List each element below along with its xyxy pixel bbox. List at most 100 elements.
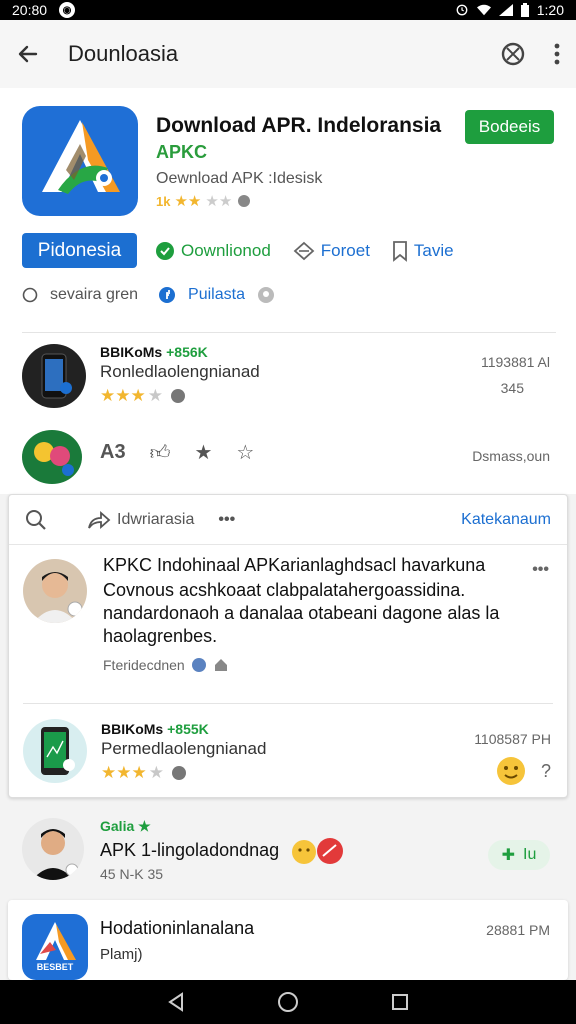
like-pill-button[interactable]: ✚ Iu	[488, 840, 550, 870]
phone-thumbnail	[23, 719, 87, 783]
download-icon	[156, 241, 174, 260]
meta-left-text: sevaira gren	[50, 286, 139, 303]
app-title: Download APR. Indeloransia	[156, 114, 442, 137]
home-icon	[214, 659, 227, 671]
shield-icon	[238, 195, 251, 207]
app-developer: Oewnload APK :Idesisk	[156, 170, 323, 187]
stats-row: A3 👍︎ ★ ☆	[100, 440, 254, 465]
star-filled-icon[interactable]: ★	[194, 440, 212, 465]
row-right-top: 1193881 Al	[480, 354, 550, 370]
app-bar: Dounloasia	[0, 20, 576, 88]
signal-icon	[498, 4, 513, 16]
row-meta: 45 N-K 35	[100, 866, 164, 882]
search-icon[interactable]	[25, 509, 47, 531]
divider	[23, 703, 553, 704]
card-toolbar: Idwriarasia ••• Katekanaum	[9, 495, 567, 545]
nav-recents-icon[interactable]	[390, 992, 410, 1012]
divider	[22, 332, 556, 333]
app-meta-row: sevaira gren Puilasta	[22, 286, 275, 304]
diamond-icon	[293, 241, 315, 260]
app-header-section: Download APR. Indeloransia APKC Oewnload…	[0, 88, 576, 332]
row-right-bottom: ?	[540, 761, 551, 781]
wifi-icon	[476, 4, 491, 16]
star-outline-icon[interactable]: ☆	[236, 440, 254, 465]
main-content: Download APR. Indeloransia APKC Oewnload…	[0, 88, 576, 980]
more-horiz-icon[interactable]: •••	[218, 511, 235, 529]
count-label: A3	[100, 441, 126, 463]
row-subtitle: Permedlaolengnianad	[101, 739, 267, 758]
battery-icon	[520, 3, 529, 17]
phone-thumbnail	[22, 344, 86, 408]
bookmark-icon	[393, 240, 407, 262]
nav-home-icon[interactable]	[277, 991, 299, 1013]
forward-action[interactable]: Foroet	[293, 241, 370, 261]
page-title: Dounloasia	[68, 41, 179, 66]
row2-right: Dsmass,oun	[472, 448, 550, 464]
action-row: Oownlionod Foroet Tavie	[155, 233, 454, 268]
star-icon: ★★	[174, 193, 202, 210]
share-icon[interactable]	[87, 510, 111, 530]
post-title: KPKC Indohinaal APKarianlaghdsacl havark…	[103, 555, 486, 575]
star-empty-icon: ★★	[205, 193, 233, 210]
block-icon[interactable]	[500, 41, 526, 67]
app-avatar	[22, 430, 82, 484]
row-right-top: 1108587 PH	[474, 731, 551, 747]
download-action[interactable]: Oownlionod	[155, 241, 271, 261]
list-item[interactable]: Galia ★ APK 1-lingoladondnag 45 N-K 35 ✚…	[0, 806, 576, 898]
list-item[interactable]: BESBET Hodationinlanalana Plamj) 28881 P…	[8, 900, 568, 980]
back-arrow-icon[interactable]	[16, 42, 40, 66]
list-item[interactable]: A3 👍︎ ★ ☆ Dsmass,oun	[0, 422, 576, 494]
globe-icon	[191, 658, 206, 672]
list-item[interactable]: BBIKoMs +856K Ronledlaolengnianad ★★★ ★ 1…	[0, 332, 576, 422]
app-logo-icon	[22, 106, 138, 216]
status-bar: 20:80 ◉ 1:20	[0, 0, 576, 20]
install-button[interactable]: Bodeeis	[465, 110, 554, 144]
post-card: Idwriarasia ••• Katekanaum KPKC Indohina…	[8, 494, 568, 798]
row-subtitle: APK 1-lingoladondnag	[100, 840, 280, 860]
more-vert-icon[interactable]	[554, 42, 560, 66]
thumbs-icon[interactable]: 👍︎	[150, 441, 171, 465]
row-right-bottom: 345	[500, 380, 524, 396]
post-more-icon[interactable]: •••	[532, 561, 549, 579]
row-title: Hodationinlanalana	[100, 918, 255, 938]
facebook-icon	[159, 287, 176, 303]
forward-label: Foroet	[320, 240, 370, 260]
circle-icon	[22, 287, 38, 303]
status-time-right: 1:20	[536, 2, 564, 18]
location-icon	[257, 287, 274, 303]
smiley-icon	[497, 757, 525, 785]
row-subtitle: Ronledlaolengnianad	[100, 362, 260, 381]
rating-text: 1k	[156, 193, 171, 209]
row-rating: ★★★ ★	[101, 763, 188, 783]
app-logo-icon: BESBET	[22, 914, 88, 980]
save-action[interactable]: Tavie	[392, 240, 454, 262]
toolbar-label: Idwriarasia	[117, 510, 195, 528]
meta-right-text[interactable]: Puilasta	[188, 286, 245, 304]
badge-icon	[171, 766, 186, 780]
row-title: Galia ★	[100, 818, 151, 834]
download-label: Oownlionod	[181, 240, 271, 260]
row-title: BBIKoMs +855K	[101, 721, 209, 737]
app-icon-text: BESBET	[36, 962, 74, 972]
app-subtitle: APKC	[156, 142, 208, 162]
pill-label: Iu	[523, 846, 537, 863]
row-title: BBIKoMs +856K	[100, 344, 208, 360]
notification-icon: ◉	[59, 2, 76, 18]
nav-back-icon[interactable]	[166, 991, 186, 1013]
toolbar-link[interactable]: Katekanaum	[461, 511, 551, 529]
row-subtitle: Plamj)	[100, 946, 143, 963]
system-nav-bar	[0, 980, 576, 1024]
post-meta: Fteridecdnen	[103, 657, 229, 673]
row-right: 28881 PM	[486, 922, 550, 938]
emoji-face-icon	[290, 838, 346, 871]
avatar	[22, 818, 84, 880]
plus-icon: ✚	[501, 847, 516, 864]
save-label: Tavie	[413, 240, 454, 260]
row-rating: ★★★ ★	[100, 386, 187, 406]
alarm-icon	[456, 4, 468, 16]
app-rating: 1k ★★ ★★	[156, 192, 252, 210]
status-time-left: 20:80	[12, 2, 48, 18]
region-button[interactable]: Pidonesia	[22, 233, 137, 268]
avatar	[23, 559, 87, 623]
post-body: Covnous acshkoaat clabpalatahergoassidin…	[103, 580, 500, 646]
